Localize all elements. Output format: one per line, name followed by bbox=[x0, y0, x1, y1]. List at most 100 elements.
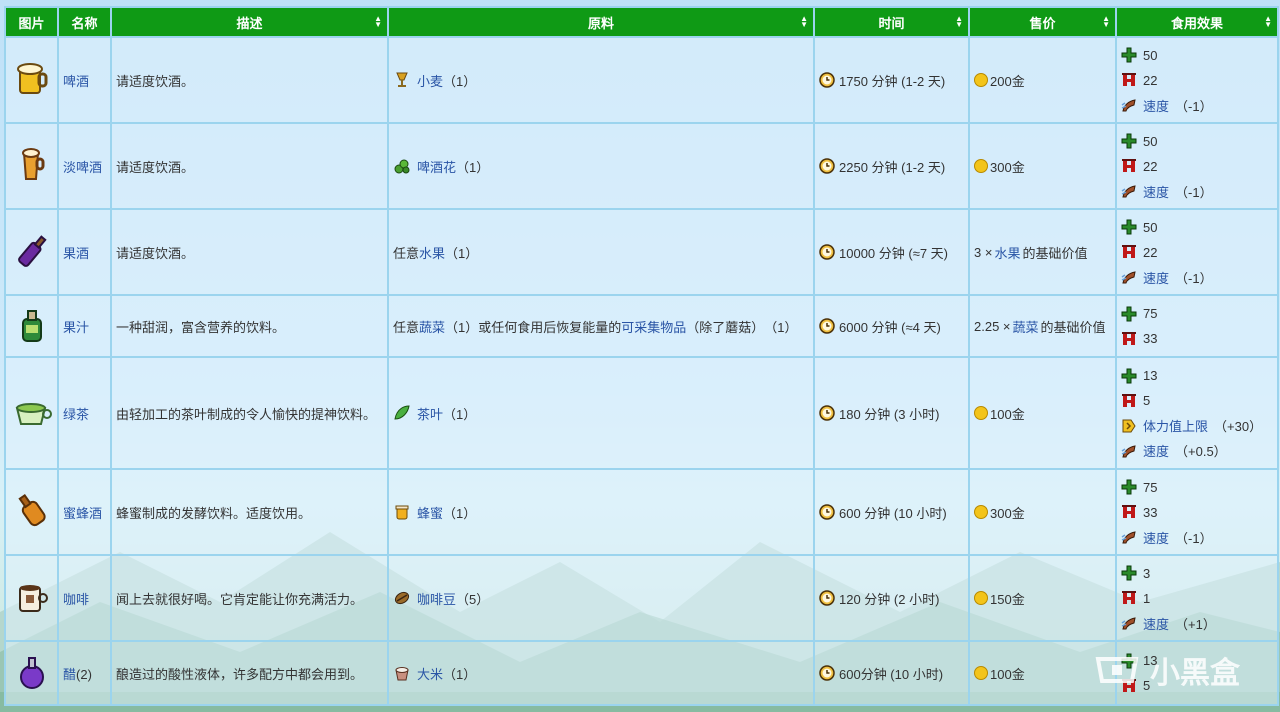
effect-link[interactable]: 速度 bbox=[1143, 614, 1169, 633]
heybox-logo-icon bbox=[1095, 657, 1139, 683]
effects-cell: 3 1 速度 （+1） bbox=[1115, 554, 1279, 642]
energy-icon bbox=[1121, 306, 1137, 322]
pale-ale-icon[interactable] bbox=[12, 145, 52, 185]
health-icon bbox=[1121, 504, 1137, 520]
ingredient-link[interactable]: 蔬菜 bbox=[419, 317, 445, 336]
beer-icon[interactable] bbox=[12, 59, 52, 99]
item-name-link[interactable]: 啤酒 bbox=[63, 74, 89, 89]
ingredient-link[interactable]: 啤酒花 bbox=[417, 157, 456, 176]
item-name-link[interactable]: 咖啡 bbox=[63, 592, 89, 607]
ingredient-prefix: 任意 bbox=[393, 245, 420, 261]
ingredient-quantity: （1） bbox=[443, 666, 477, 682]
item-name-link[interactable]: 果酒 bbox=[63, 246, 89, 261]
table-row: 果酒 请适度饮酒。 任意 水果 （1） 10000 分钟 (≈7 天) 3 × 水果 的基础价… bbox=[4, 208, 1279, 296]
ingredients-cell: 任意 蔬菜 （1）或任何食用后恢复能量的 可采集物品 （除了蘑菇） （1） bbox=[387, 294, 815, 358]
ingredients-cell: 任意 水果 （1） bbox=[387, 208, 815, 296]
price-link[interactable]: 水果 bbox=[994, 243, 1020, 262]
price-multiplier: 2.25 × bbox=[974, 318, 1011, 334]
sort-icon[interactable]: ▲ ▼ bbox=[1264, 15, 1272, 29]
sort-icon[interactable]: ▲ ▼ bbox=[800, 15, 808, 29]
vinegar-icon[interactable] bbox=[12, 652, 52, 692]
ingredient-link[interactable]: 水果 bbox=[419, 243, 445, 262]
ingredient-link[interactable]: 咖啡豆 bbox=[417, 589, 456, 608]
effect-link[interactable]: 速度 bbox=[1143, 182, 1169, 201]
juice-icon[interactable] bbox=[12, 305, 52, 345]
header-effects[interactable]: 食用效果 ▲ ▼ bbox=[1115, 6, 1279, 38]
table-row: 绿茶 由轻加工的茶叶制成的令人愉快的提神饮料。 茶叶 （1） 180 分钟 (3 小时)… bbox=[4, 356, 1279, 470]
ingredient-link[interactable]: 小麦 bbox=[417, 71, 443, 90]
health-icon bbox=[1121, 331, 1137, 347]
ingredient-link[interactable]: 大米 bbox=[417, 664, 443, 683]
coffee-bean-icon[interactable] bbox=[393, 589, 411, 607]
rice-icon[interactable] bbox=[393, 664, 411, 682]
price-link[interactable]: 蔬菜 bbox=[1013, 317, 1039, 336]
item-name-link[interactable]: 醋 bbox=[63, 667, 76, 682]
effect-item: 75 bbox=[1121, 475, 1273, 500]
header-ingredients[interactable]: 原料 ▲ ▼ bbox=[387, 6, 815, 38]
ingredient: 咖啡豆 （5） bbox=[393, 589, 809, 608]
effect-link[interactable]: 体力值上限 bbox=[1143, 416, 1208, 435]
clock-icon bbox=[819, 72, 835, 88]
tea-leaves-icon[interactable] bbox=[393, 404, 411, 422]
sort-icon[interactable]: ▲ ▼ bbox=[1102, 15, 1110, 29]
header-description[interactable]: 描述 ▲ ▼ bbox=[110, 6, 389, 38]
sell-price: 100金 bbox=[974, 664, 1111, 683]
ingredient-link[interactable]: 茶叶 bbox=[417, 404, 443, 423]
effects-list: 13 5 体力值上限 （+30） 速度 （+0.5） bbox=[1121, 361, 1273, 465]
effects-cell: 50 22 速度 （-1） bbox=[1115, 122, 1279, 210]
effect-value: 33 bbox=[1143, 504, 1158, 520]
description-cell: 请适度饮酒。 bbox=[110, 36, 389, 124]
item-name-link[interactable]: 蜜蜂酒 bbox=[63, 506, 102, 521]
image-cell bbox=[4, 554, 59, 642]
time-cell: 10000 分钟 (≈7 天) bbox=[813, 208, 970, 296]
max-energy-icon bbox=[1121, 418, 1137, 434]
effect-link[interactable]: 速度 bbox=[1143, 441, 1169, 460]
header-image[interactable]: 图片 bbox=[4, 6, 59, 38]
time-text: 600分钟 (10 小时) bbox=[839, 666, 944, 682]
header-name[interactable]: 名称 bbox=[57, 6, 112, 38]
item-name-link[interactable]: 果汁 bbox=[63, 320, 89, 335]
mead-icon[interactable] bbox=[12, 491, 52, 531]
effect-item: 速度 （-1） bbox=[1121, 179, 1273, 204]
item-name-link[interactable]: 淡啤酒 bbox=[63, 160, 102, 175]
description-cell: 请适度饮酒。 bbox=[110, 122, 389, 210]
time-cell: 600 分钟 (10 小时) bbox=[813, 468, 970, 556]
sell-price: 2.25 × 蔬菜 的基础价值 bbox=[974, 317, 1111, 336]
effect-link[interactable]: 速度 bbox=[1143, 96, 1169, 115]
header-price[interactable]: 售价 ▲ ▼ bbox=[968, 6, 1117, 38]
ingredient: 蜂蜜 （1） bbox=[393, 503, 809, 522]
sort-icon[interactable]: ▲ ▼ bbox=[955, 15, 963, 29]
effect-link[interactable]: 速度 bbox=[1143, 268, 1169, 287]
effect-item: 33 bbox=[1121, 500, 1273, 525]
header-time[interactable]: 时间 ▲ ▼ bbox=[813, 6, 970, 38]
coffee-icon[interactable] bbox=[12, 577, 52, 617]
ingredient-link[interactable]: 蜂蜜 bbox=[417, 503, 443, 522]
sell-price: 300金 bbox=[974, 157, 1111, 176]
green-tea-icon[interactable] bbox=[12, 392, 52, 432]
item-name-link[interactable]: 绿茶 bbox=[63, 407, 89, 422]
ingredient-link[interactable]: 可采集物品 bbox=[621, 317, 686, 336]
wheat-icon[interactable] bbox=[393, 71, 411, 89]
effects-list: 75 33 速度 （-1） bbox=[1121, 473, 1273, 552]
effect-link[interactable]: 速度 bbox=[1143, 528, 1169, 547]
honey-icon[interactable] bbox=[393, 503, 411, 521]
effect-item: 1 bbox=[1121, 586, 1273, 611]
time-text: 120 分钟 (2 小时) bbox=[839, 591, 940, 607]
sell-price: 3 × 水果 的基础价值 bbox=[974, 243, 1111, 262]
name-cell: 咖啡 bbox=[57, 554, 112, 642]
effects-cell: 13 5 体力值上限 （+30） 速度 （+0.5） bbox=[1115, 356, 1279, 470]
hops-icon[interactable] bbox=[393, 157, 411, 175]
ingredient: 大米 （1） bbox=[393, 664, 809, 683]
clock-icon bbox=[819, 504, 835, 520]
sort-icon[interactable]: ▲ ▼ bbox=[374, 15, 382, 29]
wine-icon[interactable] bbox=[12, 231, 52, 271]
speed-icon bbox=[1121, 615, 1137, 631]
price-cell: 2.25 × 蔬菜 的基础价值 bbox=[968, 294, 1117, 358]
energy-icon bbox=[1121, 368, 1137, 384]
clock-icon bbox=[819, 158, 835, 174]
description-cell: 酿造过的酸性液体，许多配方中都会用到。 bbox=[110, 640, 389, 706]
time-cell: 180 分钟 (3 小时) bbox=[813, 356, 970, 470]
image-cell bbox=[4, 208, 59, 296]
effect-value: （-1） bbox=[1175, 98, 1213, 114]
ingredient-text: （1）或任何食用后恢复能量的 bbox=[445, 319, 622, 335]
